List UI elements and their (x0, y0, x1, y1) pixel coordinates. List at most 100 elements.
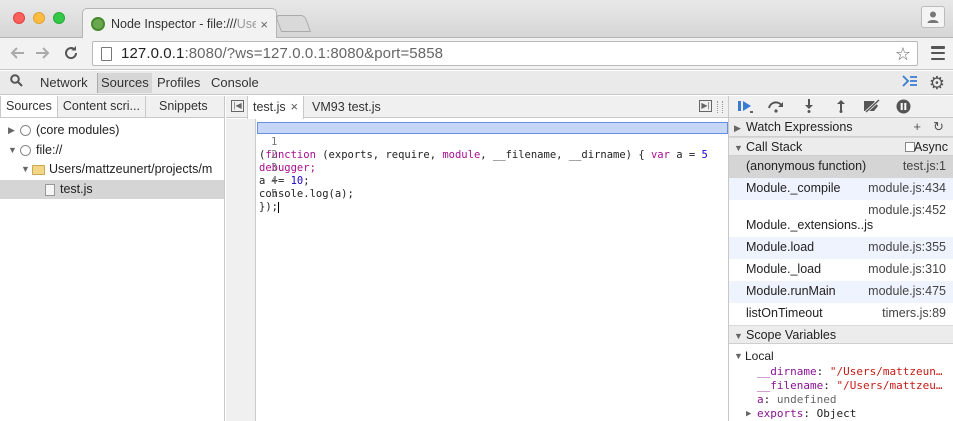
watch-expressions-header[interactable]: ▶ Watch Expressions + ↻ (729, 118, 953, 137)
person-icon (927, 11, 939, 23)
browser-tab-active[interactable]: Node Inspector - file:///Use × (82, 8, 277, 39)
call-frame-location[interactable]: module.js:310 (868, 259, 946, 280)
resume-icon[interactable] (737, 99, 755, 116)
editor-tab-vm93[interactable]: VM93 test.js (312, 96, 381, 118)
scope-local[interactable]: ▼ Local (729, 348, 953, 365)
tree-item-core-modules[interactable]: ▶ (core modules) (0, 121, 224, 141)
close-tab-icon[interactable]: × (291, 100, 298, 114)
new-tab-button[interactable] (274, 15, 312, 32)
call-frame[interactable]: module.js:452 Module._extensions..js (729, 200, 953, 237)
call-frame-location[interactable]: module.js:475 (868, 281, 946, 302)
scope-variable[interactable]: __dirname: "/Users/mattzeun… (729, 365, 953, 379)
sources-navigator: Sources Content scri... Snippets ▶ (core… (0, 96, 225, 421)
tab-sources[interactable]: Sources (97, 73, 152, 93)
line-number[interactable]: 3 (251, 162, 277, 175)
call-frame-location[interactable]: module.js:355 (868, 237, 946, 258)
collapse-triangle-icon[interactable]: ▼ (734, 327, 743, 345)
call-frame[interactable]: Module._compile module.js:434 (729, 178, 953, 200)
source-editor: |◀ test.js × VM93 test.js ▶| 1 (function … (226, 96, 728, 421)
call-frame-location[interactable]: test.js:1 (903, 156, 946, 177)
pause-on-exceptions-icon[interactable] (896, 99, 911, 117)
expand-triangle-icon[interactable]: ▶ (746, 407, 751, 421)
profile-button[interactable] (921, 6, 945, 28)
line-number[interactable]: 4 (251, 175, 277, 188)
call-stack-header[interactable]: ▼ Call Stack Async (729, 137, 953, 156)
settings-gear-icon[interactable]: ⚙ (929, 73, 945, 94)
scope-variable[interactable]: a: undefined (729, 393, 953, 407)
resize-grip[interactable] (717, 101, 723, 113)
expand-triangle-icon[interactable]: ▶ (734, 119, 741, 137)
tab-profiles[interactable]: Profiles (157, 75, 200, 90)
call-frame-location[interactable]: module.js:452 (868, 200, 946, 221)
call-frame-location[interactable]: module.js:434 (868, 178, 946, 199)
tree-item-label: test.js (60, 181, 93, 196)
tree-item-file-root[interactable]: ▼ file:// (0, 141, 224, 161)
minimize-window-button[interactable] (33, 12, 45, 24)
navigator-tab-sources[interactable]: Sources (0, 96, 58, 117)
scope-variable[interactable]: ▶ exports: Object (729, 407, 953, 421)
call-frame[interactable]: Module.load module.js:355 (729, 237, 953, 259)
code-line[interactable]: 2 debugger; (226, 136, 316, 174)
reload-icon (65, 46, 78, 60)
collapse-triangle-icon[interactable]: ▼ (21, 160, 30, 179)
bookmark-star-icon[interactable]: ☆ (895, 44, 911, 65)
folder-icon (32, 165, 45, 175)
variable-value: Object (816, 407, 857, 420)
code-line[interactable]: 1 (function (exports, require, module, _… (226, 123, 708, 161)
call-frame[interactable]: (anonymous function) test.js:1 (729, 156, 953, 178)
code-text: }); (259, 201, 279, 213)
step-into-icon[interactable] (803, 99, 815, 116)
line-number[interactable]: 1 (251, 136, 277, 149)
forward-button[interactable] (32, 42, 54, 64)
variable-name: exports (757, 407, 804, 420)
call-frame[interactable]: Module.runMain module.js:475 (729, 281, 953, 303)
tree-item-project-folder[interactable]: ▼ Users/mattzeunert/projects/m (0, 160, 224, 180)
chrome-menu-button[interactable] (931, 46, 945, 60)
step-out-icon[interactable] (835, 99, 847, 116)
navigator-tab-content-scripts[interactable]: Content scri... (58, 96, 146, 117)
tree-item-test-js[interactable]: test.js (0, 179, 224, 199)
devtools-toolbar: Network Sources Profiles Console ⚙ (0, 71, 953, 95)
reload-button[interactable] (60, 42, 82, 64)
arrow-left-icon (10, 47, 24, 59)
code-line[interactable]: 4 console.log(a); (226, 162, 354, 200)
collapse-triangle-icon[interactable]: ▼ (8, 141, 17, 160)
async-label: Async (913, 140, 948, 154)
scope-variables-header[interactable]: ▼ Scope Variables (729, 325, 953, 344)
variable-name: __filename (757, 379, 824, 392)
variable-value: "/Users/mattzeun… (829, 365, 943, 378)
editor-tab-test-js[interactable]: test.js × (247, 96, 304, 119)
tab-console[interactable]: Console (211, 75, 259, 90)
step-over-icon[interactable] (767, 99, 785, 116)
collapse-triangle-icon[interactable]: ▼ (734, 348, 743, 365)
deactivate-breakpoints-icon[interactable] (862, 98, 882, 116)
variable-name: __dirname (757, 365, 817, 378)
show-drawer-icon[interactable] (902, 74, 918, 92)
navigator-tabs: Sources Content scri... Snippets (0, 96, 224, 118)
close-window-button[interactable] (13, 12, 25, 24)
tab-close-icon[interactable]: × (260, 17, 268, 32)
toggle-navigator-icon[interactable]: |◀ (231, 100, 244, 112)
maximize-window-button[interactable] (53, 12, 65, 24)
expand-triangle-icon[interactable]: ▶ (8, 121, 15, 140)
line-number[interactable]: 5 (251, 188, 277, 201)
toggle-debugger-icon[interactable]: ▶| (699, 100, 712, 112)
call-frame[interactable]: Module._load module.js:310 (729, 259, 953, 281)
address-bar[interactable]: 127.0.0.1:8080/?ws=127.0.0.1:8080&port=5… (92, 41, 918, 66)
code-line[interactable]: 5 }); (226, 175, 279, 213)
code-line[interactable]: 3 a += 10; (226, 149, 310, 187)
call-frame-name: Module._extensions..js (746, 218, 874, 232)
navigator-tab-snippets[interactable]: Snippets (146, 96, 213, 117)
tab-network[interactable]: Network (40, 75, 88, 90)
call-frame-location[interactable]: timers.js:89 (882, 303, 946, 324)
refresh-watch-icon[interactable]: ↻ (933, 118, 944, 136)
line-number[interactable]: 2 (251, 149, 277, 162)
collapse-triangle-icon[interactable]: ▼ (734, 139, 743, 157)
scope-variable[interactable]: __filename: "/Users/mattzeu… (729, 379, 953, 393)
inspect-search-icon[interactable] (10, 74, 23, 90)
url-text: 127.0.0.1:8080/?ws=127.0.0.1:8080&port=5… (121, 45, 444, 62)
page-icon (101, 46, 112, 61)
add-watch-icon[interactable]: + (913, 118, 921, 136)
call-frame[interactable]: listOnTimeout timers.js:89 (729, 303, 953, 325)
back-button[interactable] (6, 42, 28, 64)
